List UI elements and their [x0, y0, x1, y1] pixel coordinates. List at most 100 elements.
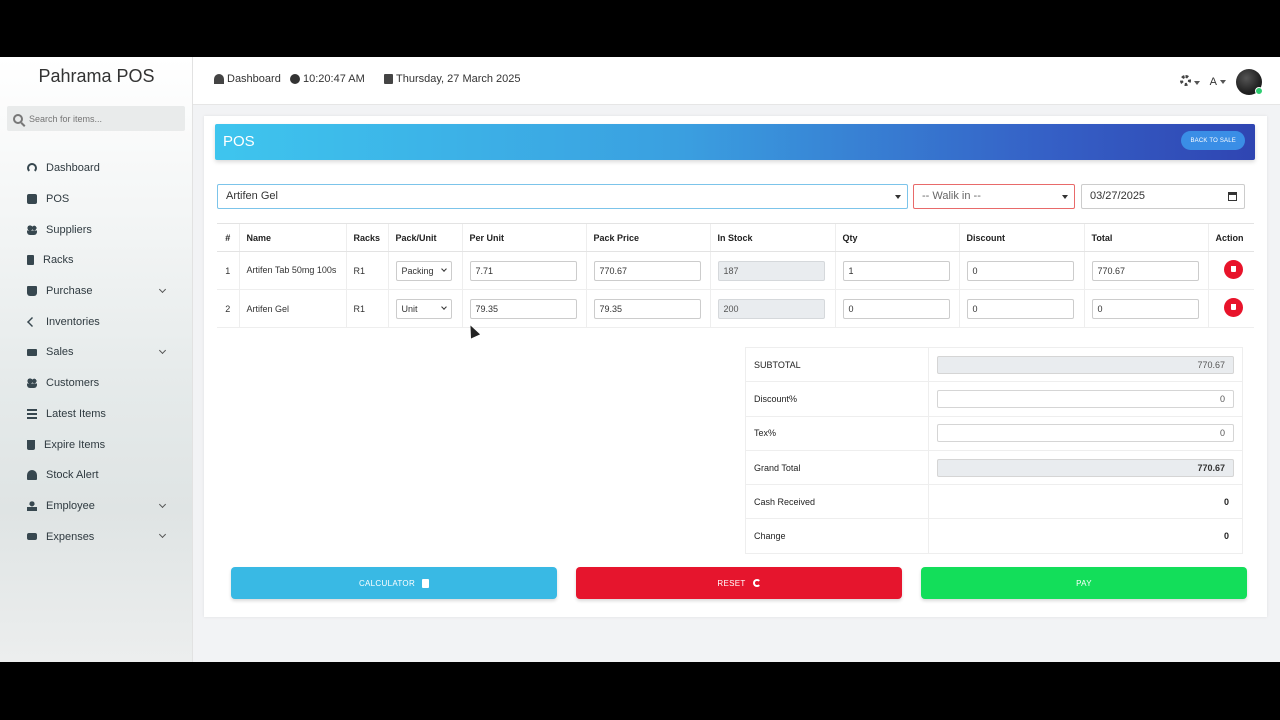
theme-toggle[interactable]: [1179, 75, 1200, 89]
sidebar-nav: Dashboard POS Suppliers Racks Purchase I…: [0, 153, 193, 552]
undo-icon: [752, 579, 761, 587]
sidebar-item-purchase[interactable]: Purchase: [0, 276, 193, 307]
dashboard-icon: [27, 163, 37, 174]
sidebar-item-employee[interactable]: Employee: [0, 491, 193, 522]
pack-unit-select[interactable]: Unit: [395, 298, 452, 319]
per-unit-input[interactable]: 7.71: [469, 260, 577, 281]
chevron-down-icon: [440, 303, 447, 310]
pos-header: POS BACK TO SALE: [215, 124, 1255, 160]
topbar-dashboard-link[interactable]: Dashboard: [214, 73, 281, 85]
bag-icon: [27, 286, 37, 297]
pack-price-input[interactable]: 79.35: [593, 298, 701, 319]
topbar-actions: A: [1179, 69, 1263, 95]
discount-input[interactable]: 0: [966, 260, 1074, 281]
dashboard-icon: [214, 74, 224, 84]
per-unit-input[interactable]: 79.35: [469, 298, 577, 319]
pos-card: POS BACK TO SALE Artifen Gel -- Walik in…: [204, 116, 1267, 617]
grand-total-label: Grand Total: [745, 449, 929, 486]
customer-select[interactable]: -- Walik in --: [913, 184, 1075, 209]
pack-unit-select[interactable]: Packing: [395, 260, 452, 281]
row-index: 2: [217, 289, 239, 328]
sidebar-item-dashboard[interactable]: Dashboard: [0, 153, 193, 184]
sidebar-item-stock-alert[interactable]: Stock Alert: [0, 460, 193, 491]
product-select-value: Artifen Gel: [226, 190, 278, 202]
qty-input[interactable]: 1: [842, 260, 950, 281]
sidebar-item-label: POS: [46, 193, 70, 206]
calculator-icon: [422, 578, 430, 588]
topbar-clock: 10:20:47 AM: [290, 73, 365, 85]
row-rack: R1: [345, 289, 388, 328]
return-icon: [27, 316, 37, 327]
users-icon: [27, 224, 37, 235]
col-index: #: [217, 223, 239, 252]
pack-price-input[interactable]: 770.67: [593, 260, 701, 281]
sidebar-item-label: Sales: [46, 346, 74, 359]
calculator-label: CALCULATOR: [358, 578, 416, 588]
summary-row: Change 0: [745, 518, 1243, 554]
sidebar-item-expenses[interactable]: Expenses: [0, 521, 193, 552]
calculator-button[interactable]: CALCULATOR: [231, 567, 557, 599]
row-name: Artifen Tab 50mg 100s: [238, 251, 346, 290]
summary-row: Tex% 0: [745, 415, 1243, 451]
language-toggle[interactable]: A: [1210, 76, 1226, 88]
clock-icon: [290, 74, 300, 84]
bell-icon: [27, 470, 37, 481]
change-label: Change: [745, 518, 929, 554]
sidebar-item-suppliers[interactable]: Suppliers: [0, 214, 193, 245]
sidebar-item-label: Customers: [46, 377, 100, 390]
users-icon: [27, 378, 37, 389]
sidebar-item-label: Expenses: [46, 530, 95, 543]
sidebar-item-racks[interactable]: Racks: [0, 245, 193, 276]
book-icon: [27, 255, 34, 266]
reset-button[interactable]: RESET: [576, 567, 902, 599]
search-input[interactable]: [29, 113, 179, 124]
top-bar: Dashboard 10:20:47 AM Thursday, 27 March…: [193, 57, 1280, 105]
current-time: 10:20:47 AM: [303, 73, 365, 85]
sidebar-item-label: Employee: [46, 499, 95, 512]
topbar-date: Thursday, 27 March 2025: [384, 73, 521, 85]
col-action: Action: [1207, 223, 1254, 252]
cash-received-value: 0: [928, 484, 1243, 520]
qty-input[interactable]: 0: [842, 298, 950, 319]
sidebar-item-label: Racks: [43, 254, 74, 267]
total-input[interactable]: 0: [1091, 298, 1199, 319]
product-select[interactable]: Artifen Gel: [217, 184, 908, 209]
table-header-row: # Name Racks Pack/Unit Per Unit Pack Pri…: [217, 223, 1254, 252]
sidebar-item-label: Suppliers: [46, 223, 92, 236]
cash-received-label: Cash Received: [745, 484, 929, 520]
pack-unit-value: Unit: [401, 303, 418, 314]
language-label: A: [1209, 76, 1217, 88]
in-stock-field: 187: [717, 260, 825, 281]
trash-icon: [27, 439, 35, 450]
discount-percent-input[interactable]: 0: [937, 389, 1234, 408]
money-icon: [27, 348, 37, 356]
pay-button[interactable]: PAY: [921, 567, 1247, 599]
col-pack-unit: Pack/Unit: [387, 223, 462, 252]
customer-select-value: -- Walik in --: [922, 190, 981, 202]
total-input[interactable]: 770.67: [1091, 260, 1199, 281]
discount-input[interactable]: 0: [966, 298, 1074, 319]
back-to-sale-button[interactable]: BACK TO SALE: [1181, 131, 1245, 150]
delete-row-button[interactable]: [1223, 260, 1243, 279]
caret-down-icon: [895, 195, 901, 199]
summary-row: Cash Received 0: [745, 484, 1243, 520]
sidebar-item-pos[interactable]: POS: [0, 184, 193, 215]
search-icon: [13, 113, 23, 124]
in-stock-field: 200: [717, 298, 825, 319]
calendar-icon[interactable]: [1228, 192, 1237, 201]
sidebar-item-customers[interactable]: Customers: [0, 368, 193, 399]
sidebar-item-inventories[interactable]: Inventories: [0, 306, 193, 337]
pos-icon: [27, 194, 37, 205]
delete-row-button[interactable]: [1223, 298, 1243, 317]
col-total: Total: [1083, 223, 1208, 252]
caret-down-icon: [1220, 80, 1226, 85]
sale-date-input[interactable]: 03/27/2025: [1081, 184, 1245, 209]
caret-down-icon: [1193, 81, 1200, 86]
current-date: Thursday, 27 March 2025: [396, 73, 521, 85]
sidebar-item-latest-items[interactable]: Latest Items: [0, 399, 193, 430]
tax-percent-input[interactable]: 0: [937, 424, 1234, 443]
sidebar-item-sales[interactable]: Sales: [0, 337, 193, 368]
sidebar-item-expire-items[interactable]: Expire Items: [0, 429, 193, 460]
avatar[interactable]: [1236, 69, 1263, 95]
person-icon: [27, 500, 37, 511]
